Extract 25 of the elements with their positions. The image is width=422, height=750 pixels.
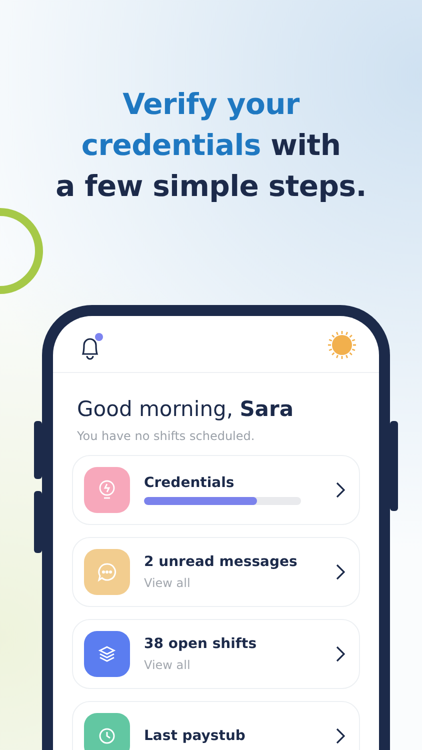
sun-icon (327, 330, 357, 360)
chevron-right-icon (336, 482, 345, 498)
layers-icon (97, 644, 117, 664)
card-title: 2 unread messages (144, 554, 298, 570)
chat-bubble-icon (96, 561, 118, 583)
chevron-right-icon (336, 564, 345, 580)
dashboard-card[interactable]: Credentials (72, 455, 360, 525)
greeting-subtitle: You have no shifts scheduled. (77, 429, 256, 443)
chevron-right-icon (336, 646, 345, 662)
dashboard-card[interactable]: 38 open shifts View all (72, 619, 360, 689)
headline-text: with (270, 128, 341, 162)
dashboard-card[interactable]: 2 unread messages View all (72, 537, 360, 607)
card-title: Credentials (144, 475, 236, 491)
chevron-right-icon (336, 728, 345, 744)
headline-text: credentials (81, 128, 261, 162)
card-title: Last paystub (144, 728, 246, 744)
headline-text: Verify your (122, 87, 300, 121)
bell-icon (79, 335, 101, 361)
greeting: Good morning, Sara (77, 397, 295, 421)
notification-button[interactable] (79, 331, 103, 359)
dashboard-card[interactable]: Last paystub (72, 701, 360, 750)
headline-text: a few simple steps. (56, 169, 366, 203)
clock-icon (97, 726, 117, 746)
lightbulb-icon (97, 479, 117, 501)
card-title: 38 open shifts (144, 636, 258, 652)
